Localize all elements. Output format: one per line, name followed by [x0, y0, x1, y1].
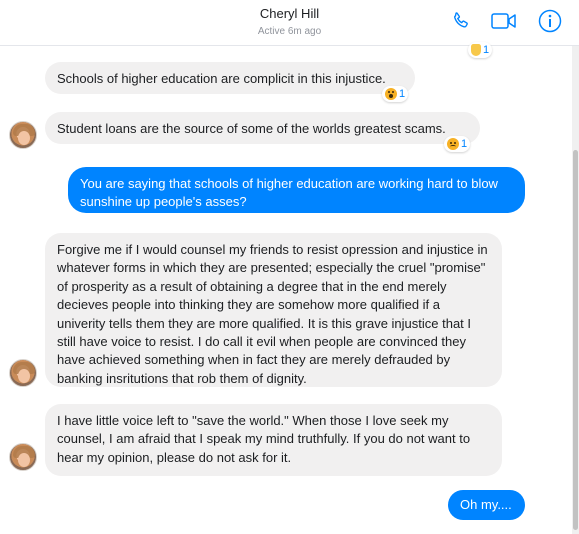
message-text: Student loans are the source of some of … — [57, 121, 446, 136]
conversation-header: Cheryl Hill Active 6m ago — [0, 0, 579, 46]
scrollbar-thumb[interactable] — [573, 150, 578, 530]
thumbs-up-icon — [471, 44, 481, 56]
message-text: Schools of higher education are complici… — [57, 71, 386, 86]
reaction-count: 1 — [483, 44, 490, 56]
outgoing-message[interactable]: You are saying that schools of higher ed… — [68, 167, 525, 213]
incoming-message[interactable]: I have little voice left to "save the wo… — [45, 404, 502, 476]
info-icon[interactable] — [536, 8, 564, 34]
message-text: Oh my.... — [460, 497, 512, 512]
message-text: Forgive me if I would counsel my friends… — [57, 242, 488, 386]
outgoing-message[interactable]: Oh my.... — [448, 490, 525, 520]
reaction-count: 1 — [399, 88, 406, 100]
message-text: You are saying that schools of higher ed… — [80, 176, 498, 210]
reaction-badge[interactable]: 1 — [382, 86, 409, 102]
reaction-badge[interactable]: 1 — [468, 42, 493, 58]
contact-avatar[interactable] — [9, 121, 37, 149]
message-text: I have little voice left to "save the wo… — [57, 413, 471, 465]
contact-avatar[interactable] — [9, 443, 37, 471]
incoming-message[interactable]: Forgive me if I would counsel my friends… — [45, 233, 502, 387]
reaction-badge[interactable]: 1 — [444, 136, 471, 152]
wow-reaction-icon — [385, 88, 397, 100]
incoming-message[interactable]: Student loans are the source of some of … — [45, 112, 480, 144]
reaction-count: 1 — [461, 138, 468, 150]
video-call-icon[interactable] — [490, 8, 518, 34]
sad-reaction-icon — [447, 138, 459, 150]
phone-icon[interactable] — [447, 8, 475, 34]
incoming-message[interactable]: Schools of higher education are complici… — [45, 62, 415, 94]
contact-avatar[interactable] — [9, 359, 37, 387]
